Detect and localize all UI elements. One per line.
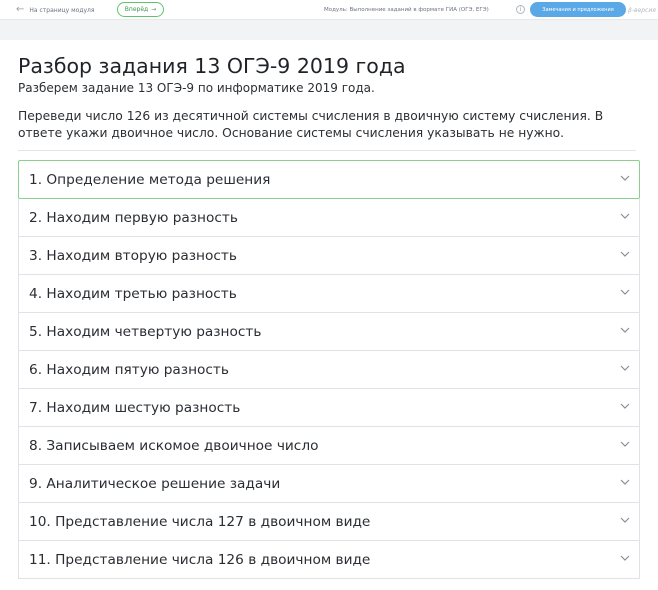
content-card: Разбор задания 13 ОГЭ-9 2019 года Разбер… [0, 40, 658, 590]
accordion-item-1[interactable]: 1. Определение метода решения [18, 160, 640, 199]
accordion-item-2[interactable]: 2. Находим первую разность [18, 199, 640, 237]
chevron-down-icon [620, 175, 630, 181]
accordion-item-10[interactable]: 10. Представление числа 127 в двоичном в… [18, 503, 640, 541]
accordion-item-11[interactable]: 11. Представление числа 126 в двоичном в… [18, 541, 640, 579]
accordion-item-label: 5. Находим четвертую разность [29, 323, 262, 340]
page-subtitle: Разберем задание 13 ОГЭ-9 по информатике… [18, 81, 375, 95]
accordion-item-label: 10. Представление числа 127 в двоичном в… [29, 513, 371, 530]
accordion-item-label: 4. Находим третью разность [29, 285, 237, 302]
info-icon[interactable]: i [516, 5, 525, 14]
back-to-module-link[interactable]: ← На страницу модуля [16, 0, 94, 20]
accordion-item-9[interactable]: 9. Аналитическое решение задачи [18, 465, 640, 503]
chevron-down-icon [620, 441, 630, 447]
beta-label: β-версия [628, 6, 656, 14]
feedback-button[interactable]: Замечания и предложения [530, 2, 626, 17]
accordion-item-5[interactable]: 5. Находим четвертую разность [18, 313, 640, 351]
accordion-item-label: 1. Определение метода решения [29, 171, 271, 188]
chevron-down-icon [620, 555, 630, 561]
forward-label: Вперёд [124, 6, 149, 13]
chevron-down-icon [620, 403, 630, 409]
module-label: Модуль: Выполнение заданий в формате ГИА… [324, 7, 489, 13]
accordion-item-label: 8. Записываем искомое двоичное число [29, 437, 319, 454]
accordion-item-8[interactable]: 8. Записываем искомое двоичное число [18, 427, 640, 465]
chevron-down-icon [620, 327, 630, 333]
forward-button[interactable]: Вперёд → [117, 2, 164, 17]
task-text: Переведи число 126 из десятичной системы… [18, 109, 604, 140]
top-bar: ← На страницу модуля Вперёд → Модуль: Вы… [0, 0, 658, 20]
accordion-item-7[interactable]: 7. Находим шестую разность [18, 389, 640, 427]
accordion-item-6[interactable]: 6. Находим пятую разность [18, 351, 640, 389]
arrow-right-icon: → [151, 6, 157, 13]
chevron-down-icon [620, 251, 630, 257]
accordion-item-label: 2. Находим первую разность [29, 209, 238, 226]
accordion-item-label: 11. Представление числа 126 в двоичном в… [29, 551, 371, 568]
accordion-item-label: 3. Находим вторую разность [29, 247, 237, 264]
chevron-down-icon [620, 517, 630, 523]
solution-steps-accordion: 1. Определение метода решения 2. Находим… [18, 160, 640, 579]
back-label: На страницу модуля [29, 6, 95, 14]
chevron-down-icon [620, 289, 630, 295]
accordion-item-3[interactable]: 3. Находим вторую разность [18, 237, 640, 275]
chevron-down-icon [620, 479, 630, 485]
arrow-left-icon: ← [16, 4, 25, 15]
accordion-item-label: 9. Аналитическое решение задачи [29, 475, 281, 492]
accordion-item-label: 6. Находим пятую разность [29, 361, 229, 378]
accordion-item-label: 7. Находим шестую разность [29, 399, 241, 416]
page-title: Разбор задания 13 ОГЭ-9 2019 года [18, 54, 406, 78]
divider [18, 150, 636, 151]
accordion-item-4[interactable]: 4. Находим третью разность [18, 275, 640, 313]
chevron-down-icon [620, 365, 630, 371]
chevron-down-icon [620, 213, 630, 219]
